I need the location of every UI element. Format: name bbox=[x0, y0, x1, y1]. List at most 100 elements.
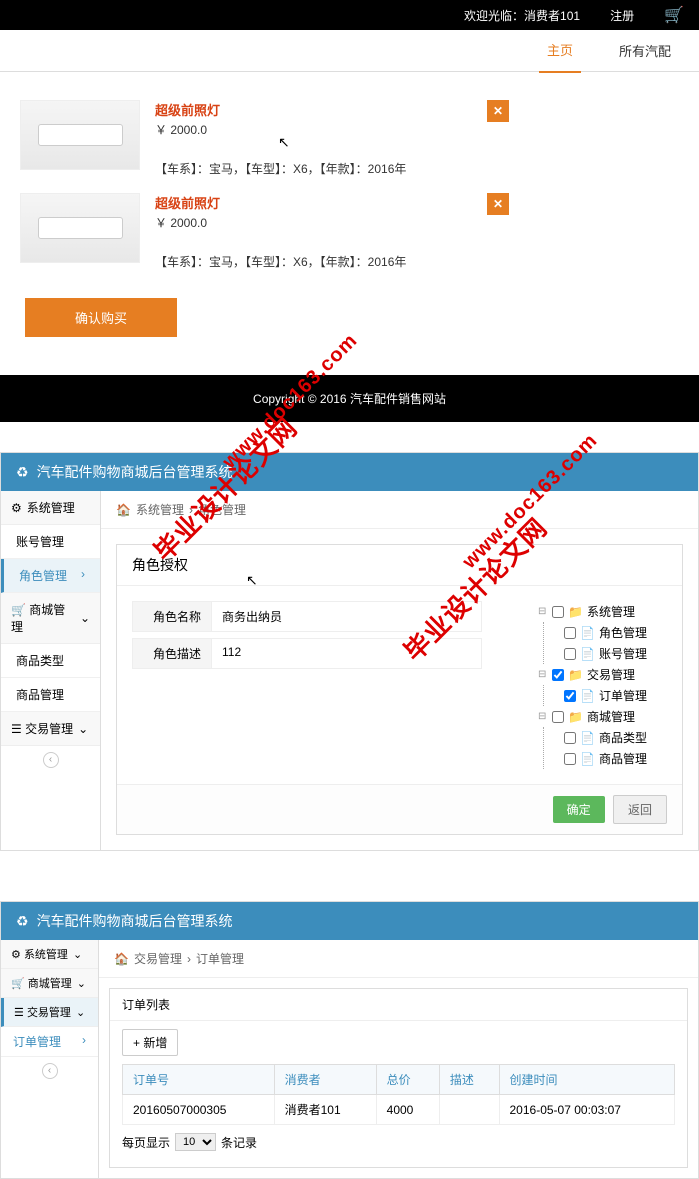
checkbox-mall[interactable] bbox=[552, 711, 564, 723]
product-price: ￥ 2000.0 bbox=[155, 121, 487, 138]
product-title: 超级前照灯 bbox=[155, 193, 487, 212]
chevron-down-icon: ⌄ bbox=[78, 722, 88, 736]
sidebar-item-account[interactable]: 账号管理 bbox=[1, 525, 100, 559]
confirm-purchase-button[interactable]: 确认购买 bbox=[25, 298, 177, 337]
tree-node-mall[interactable]: ⊟ 📁 商城管理 bbox=[538, 706, 647, 727]
sidebar-group-mall[interactable]: 🛒 商城管理 ⌄ bbox=[1, 969, 98, 998]
tree-node-product[interactable]: 📄 商品管理 bbox=[564, 748, 647, 769]
sidebar-item-order[interactable]: 订单管理 › bbox=[1, 1027, 98, 1057]
checkbox-product[interactable] bbox=[564, 753, 576, 765]
sidebar-item-role[interactable]: 角色管理 › bbox=[1, 559, 100, 593]
tree-node-trade[interactable]: ⊟ 📁 交易管理 bbox=[538, 664, 647, 685]
collapse-button[interactable]: ‹ bbox=[1, 746, 100, 773]
chevron-down-icon: ⌄ bbox=[76, 1006, 85, 1019]
cart-item: 超级前照灯 ￥ 2000.0 【车系】：宝马，【车型】：X6，【年款】：2016… bbox=[20, 92, 679, 185]
cart-item-info: 超级前照灯 ￥ 2000.0 【车系】：宝马，【车型】：X6，【年款】：2016… bbox=[155, 193, 487, 270]
admin-panel-orders: ♻ 汽车配件购物商城后台管理系统 ⚙ 系统管理 ⌄ 🛒 商城管理 ⌄ ☰ 交易管… bbox=[0, 901, 699, 1179]
tree-node-order[interactable]: 📄 订单管理 bbox=[564, 685, 647, 706]
pagination: 每页显示 10 条记录 bbox=[122, 1125, 675, 1159]
remove-button[interactable]: ✕ bbox=[487, 100, 509, 122]
sidebar: ⚙ 系统管理 ⌄ 🛒 商城管理 ⌄ ☰ 交易管理 ⌄ 订单管理 › ‹ bbox=[1, 940, 99, 1178]
nav-bar: 主页 所有汽配 bbox=[0, 30, 699, 72]
sidebar-group-mall[interactable]: 🛒 商城管理 ⌄ bbox=[1, 593, 100, 644]
product-image bbox=[20, 100, 140, 170]
th-desc[interactable]: 描述 bbox=[439, 1065, 499, 1095]
minus-icon[interactable]: ⊟ bbox=[538, 669, 548, 680]
checkbox-account[interactable] bbox=[564, 648, 576, 660]
file-icon: 📄 bbox=[580, 626, 595, 640]
tree-node-role[interactable]: 📄 角色管理 bbox=[564, 622, 647, 643]
sidebar-item-product-type[interactable]: 商品类型 bbox=[1, 644, 100, 678]
tree-node-ptype[interactable]: 📄 商品类型 bbox=[564, 727, 647, 748]
new-button[interactable]: + 新增 bbox=[122, 1029, 178, 1056]
checkbox-sys[interactable] bbox=[552, 606, 564, 618]
permission-tree: ⊟ 📁 系统管理 📄 角色管理 bbox=[538, 601, 667, 769]
checkbox-role[interactable] bbox=[564, 627, 576, 639]
cart-icon[interactable]: 🛒 bbox=[664, 5, 684, 25]
breadcrumb: 🏠 系统管理 › 角色管理 bbox=[101, 491, 698, 529]
top-bar: 欢迎光临：消费者101 注册 🛒 bbox=[0, 0, 699, 30]
cart-section: 超级前照灯 ￥ 2000.0 【车系】：宝马，【车型】：X6，【年款】：2016… bbox=[0, 72, 699, 367]
cart-item-info: 超级前照灯 ￥ 2000.0 【车系】：宝马，【车型】：X6，【年款】：2016… bbox=[155, 100, 487, 177]
file-icon: 📄 bbox=[580, 731, 595, 745]
footer: Copyright © 2016 汽车配件销售网站 bbox=[0, 375, 699, 422]
admin-header: ♻ 汽车配件购物商城后台管理系统 bbox=[1, 453, 698, 491]
product-desc: 【车系】：宝马，【车型】：X6，【年款】：2016年 bbox=[155, 253, 487, 270]
page-size-select[interactable]: 10 bbox=[175, 1133, 216, 1151]
welcome-text: 欢迎光临：消费者101 bbox=[464, 7, 580, 24]
register-link[interactable]: 注册 bbox=[610, 7, 634, 24]
panel-title: 角色授权 bbox=[117, 545, 682, 586]
chevron-right-icon: › bbox=[81, 567, 85, 581]
checkbox-order[interactable] bbox=[564, 690, 576, 702]
sidebar-group-trade[interactable]: ☰ 交易管理 ⌄ bbox=[1, 712, 100, 746]
sidebar-group-system[interactable]: ⚙ 系统管理 bbox=[1, 491, 100, 525]
minus-icon[interactable]: ⊟ bbox=[538, 711, 548, 722]
system-title: 汽车配件购物商城后台管理系统 bbox=[37, 462, 233, 482]
collapse-button[interactable]: ‹ bbox=[1, 1057, 98, 1084]
cell-orderno: 20160507000305 bbox=[123, 1095, 275, 1125]
role-desc-value: 112 bbox=[212, 638, 482, 669]
cell-created: 2016-05-07 00:03:07 bbox=[499, 1095, 675, 1125]
sidebar-group-system[interactable]: ⚙ 系统管理 ⌄ bbox=[1, 940, 98, 969]
tree-node-account[interactable]: 📄 账号管理 bbox=[564, 643, 647, 664]
back-button[interactable]: 返回 bbox=[613, 795, 667, 824]
sidebar-group-trade[interactable]: ☰ 交易管理 ⌄ bbox=[1, 998, 98, 1027]
home-icon: 🏠 bbox=[114, 952, 129, 966]
gear-icon: ⚙ bbox=[11, 949, 21, 961]
product-desc: 【车系】：宝马，【车型】：X6，【年款】：2016年 bbox=[155, 160, 487, 177]
tree-node-sys[interactable]: ⊟ 📁 系统管理 bbox=[538, 601, 647, 622]
gear-icon: ⚙ bbox=[11, 501, 22, 515]
th-total[interactable]: 总价 bbox=[376, 1065, 439, 1095]
nav-allparts[interactable]: 所有汽配 bbox=[611, 29, 679, 72]
minus-icon[interactable]: ⊟ bbox=[538, 606, 548, 617]
role-desc-label: 角色描述 bbox=[132, 638, 212, 669]
sidebar-item-product[interactable]: 商品管理 bbox=[1, 678, 100, 712]
th-orderno[interactable]: 订单号 bbox=[123, 1065, 275, 1095]
admin-header: ♻ 汽车配件购物商城后台管理系统 bbox=[1, 902, 698, 940]
product-image bbox=[20, 193, 140, 263]
confirm-button[interactable]: 确定 bbox=[553, 796, 605, 823]
table-row[interactable]: 20160507000305 消费者101 4000 2016-05-07 00… bbox=[123, 1095, 675, 1125]
chevron-down-icon: ⌄ bbox=[80, 611, 90, 625]
home-icon: 🏠 bbox=[116, 503, 131, 517]
copyright-text: Copyright © 2016 汽车配件销售网站 bbox=[253, 392, 446, 406]
th-consumer[interactable]: 消费者 bbox=[274, 1065, 376, 1095]
system-title: 汽车配件购物商城后台管理系统 bbox=[37, 911, 233, 931]
role-name-value: 商务出纳员 bbox=[212, 601, 482, 632]
nav-home[interactable]: 主页 bbox=[539, 28, 581, 73]
checkbox-ptype[interactable] bbox=[564, 732, 576, 744]
th-created[interactable]: 创建时间 bbox=[499, 1065, 675, 1095]
product-title: 超级前照灯 bbox=[155, 100, 487, 119]
file-icon: 📄 bbox=[580, 752, 595, 766]
order-panel: 订单列表 + 新增 订单号 消费者 总价 描述 创建时间 bbox=[109, 988, 688, 1168]
list-icon: ☰ bbox=[11, 722, 22, 736]
order-table: 订单号 消费者 总价 描述 创建时间 20160507000305 bbox=[122, 1064, 675, 1125]
sidebar: ⚙ 系统管理 账号管理 角色管理 › 🛒 商城管理 ⌄ 商品类型 商品管理 ☰ … bbox=[1, 491, 101, 850]
recycle-icon: ♻ bbox=[16, 464, 29, 481]
admin-content: 🏠 系统管理 › 角色管理 角色授权 角色名称 商务出纳员 角色描述 bbox=[101, 491, 698, 850]
remove-button[interactable]: ✕ bbox=[487, 193, 509, 215]
checkbox-trade[interactable] bbox=[552, 669, 564, 681]
role-form: 角色名称 商务出纳员 角色描述 112 bbox=[132, 601, 482, 769]
file-icon: 📄 bbox=[580, 689, 595, 703]
list-icon: ☰ bbox=[14, 1007, 24, 1019]
